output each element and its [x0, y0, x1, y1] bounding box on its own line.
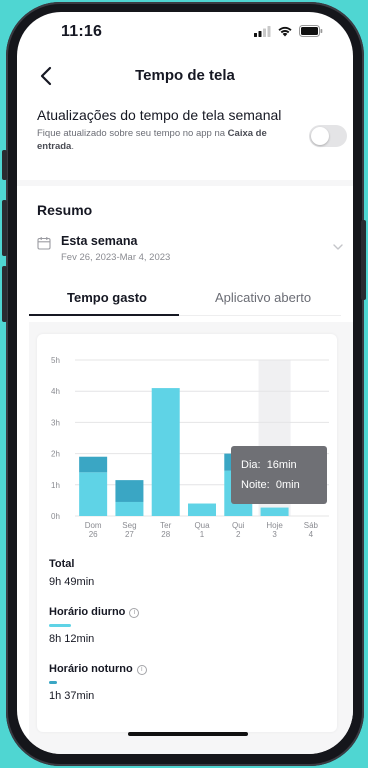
- tooltip-day-value: 16min: [266, 459, 297, 471]
- tooltip-night-row: Noite: 0min: [241, 475, 317, 495]
- bar-night: [115, 480, 144, 502]
- phone-power-button: [361, 220, 366, 300]
- status-bar: 11:16: [17, 12, 353, 56]
- usage-bar-chart: 5h 4h 3h 2h 1h 0h Dom26 Seg27 Ter28 Qua1 Qui2 Hoje3…: [51, 356, 329, 539]
- status-time: 11:16: [61, 23, 103, 40]
- battery-icon: [299, 25, 323, 37]
- period-name: Esta semana: [61, 234, 138, 248]
- x-tick-date: 26: [89, 530, 98, 539]
- bar-day: [188, 503, 216, 516]
- period-selector[interactable]: Esta semana Fev 26, 2023-Mar 4, 2023: [37, 234, 349, 270]
- y-tick-label: 2h: [51, 450, 60, 459]
- night-legend-bar: [49, 681, 57, 684]
- usage-card: 5h 4h 3h 2h 1h 0h Dom 26 Seg 27 Ter 28 Qua 1 Qui 2 Hoje 3…: [37, 334, 337, 732]
- day-label-row: Horário diurno i: [49, 606, 319, 618]
- weekly-updates-row: Atualizações do tempo de tela semanal Fi…: [37, 107, 347, 153]
- tooltip-day-row: Dia: 16min: [241, 455, 317, 475]
- weekly-updates-title: Atualizações do tempo de tela semanal: [37, 107, 282, 123]
- x-tick-day: Qua: [194, 521, 210, 530]
- tab-bar: Tempo gasto Aplicativo aberto: [29, 290, 341, 320]
- tab-app-opened[interactable]: Aplicativo aberto: [185, 290, 341, 305]
- y-tick-label: 0h: [51, 512, 60, 521]
- night-label-row: Horário noturno i: [49, 663, 319, 675]
- bar-day: [151, 388, 180, 516]
- day-stat: Horário diurno i 8h 12min: [49, 606, 319, 645]
- day-label: Horário diurno: [49, 606, 126, 618]
- weekly-updates-description: Fique atualizado sobre seu tempo no app …: [37, 127, 277, 153]
- night-info-icon[interactable]: i: [136, 665, 147, 675]
- screen: 11:16 Tempo de tela Atualizações do temp…: [17, 12, 353, 754]
- nav-bar: Tempo de tela: [17, 62, 353, 96]
- x-tick-date: 4: [309, 530, 314, 539]
- y-tick-label: 1h: [51, 481, 60, 490]
- status-icons: [254, 25, 323, 37]
- x-tick-day: Qui: [232, 521, 245, 530]
- x-tick-date: 28: [161, 530, 170, 539]
- toggle-knob: [311, 127, 329, 145]
- active-tab-indicator: [29, 314, 179, 316]
- day-legend-bar: [49, 624, 71, 627]
- y-tick-label: 3h: [51, 418, 60, 427]
- usage-stats: Total 9h 49min Horário diurno i 8h 12min …: [49, 558, 319, 702]
- page-title: Tempo de tela: [135, 67, 235, 84]
- y-tick-label: 4h: [51, 387, 60, 396]
- day-info-icon[interactable]: i: [129, 608, 140, 618]
- x-tick-day: Ter: [160, 521, 171, 530]
- phone-mute-switch: [2, 150, 7, 180]
- y-tick-label: 5h: [51, 356, 60, 365]
- chevron-down-icon[interactable]: [331, 240, 345, 254]
- tooltip-day-label: Dia:: [241, 459, 261, 471]
- total-label: Total: [49, 558, 75, 570]
- day-value: 8h 12min: [49, 633, 95, 645]
- wifi-icon: [278, 26, 292, 37]
- x-tick-date: 3: [272, 530, 277, 539]
- x-tick-day: Sáb: [304, 521, 319, 530]
- bar-day: [115, 501, 144, 516]
- weekly-desc-prefix: Fique atualizado sobre seu tempo no app …: [37, 128, 228, 139]
- chart-tooltip: Dia: 16min Noite: 0min: [231, 446, 327, 504]
- period-range: Fev 26, 2023-Mar 4, 2023: [61, 252, 171, 263]
- calendar-icon: [37, 237, 51, 250]
- tooltip-night-label: Noite:: [241, 479, 270, 491]
- phone-volume-down: [2, 266, 7, 322]
- home-indicator: [128, 732, 248, 736]
- night-value: 1h 37min: [49, 690, 95, 702]
- signal-icon: [254, 25, 271, 37]
- night-label: Horário noturno: [49, 663, 133, 675]
- bar-night: [79, 456, 108, 473]
- bar-day: [79, 472, 108, 516]
- x-tick-day: Hoje: [266, 521, 283, 530]
- section-divider: [17, 180, 353, 186]
- weekly-desc-suffix: .: [71, 141, 74, 152]
- tooltip-night-value: 0min: [275, 479, 300, 491]
- phone-volume-up: [2, 200, 7, 256]
- bar-day: [260, 507, 289, 516]
- weekly-updates-toggle[interactable]: [309, 125, 347, 147]
- x-tick-date: 27: [125, 530, 134, 539]
- chart-section: 5h 4h 3h 2h 1h 0h Dom 26 Seg 27 Ter 28 Qua 1 Qui 2 Hoje 3…: [29, 322, 353, 754]
- summary-title: Resumo: [37, 202, 93, 218]
- tab-time-spent[interactable]: Tempo gasto: [29, 290, 185, 305]
- x-tick-day: Dom: [85, 521, 102, 530]
- x-tick-day: Seg: [122, 521, 136, 530]
- night-stat: Horário noturno i 1h 37min: [49, 663, 319, 702]
- x-tick-date: 2: [236, 530, 241, 539]
- x-tick-date: 1: [200, 530, 205, 539]
- total-value: 9h 49min: [49, 576, 95, 588]
